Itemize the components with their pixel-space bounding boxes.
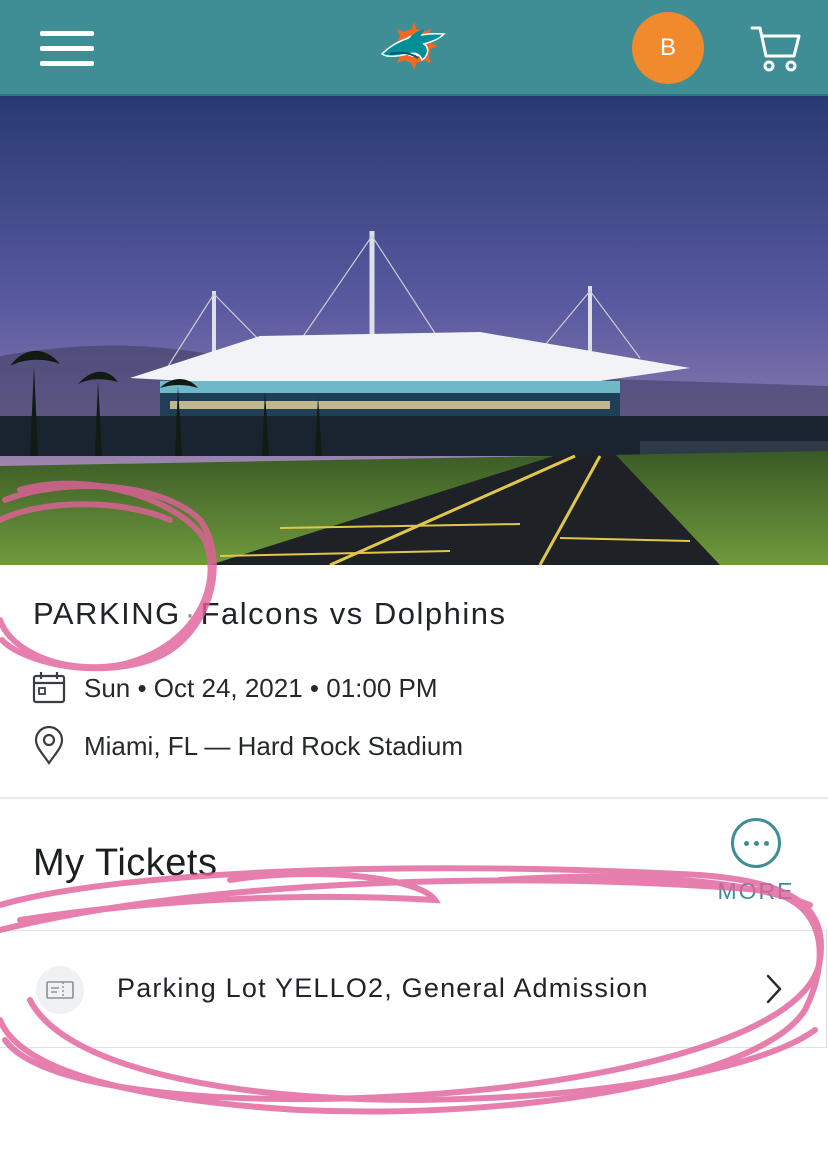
ticket-list-item[interactable]: Parking Lot YELLO2, General Admission [0, 930, 827, 1048]
event-title: PARKING · Falcons vs Dolphins [33, 596, 506, 632]
ticket-label: Parking Lot YELLO2, General Admission [117, 973, 649, 1003]
event-matchup: Falcons vs Dolphins [200, 596, 507, 631]
event-location: Miami, FL — Hard Rock Stadium [84, 730, 464, 761]
my-tickets-heading: My Tickets [33, 842, 218, 884]
ticket-icon [36, 966, 84, 1014]
more-label: MORE [717, 878, 795, 904]
section-divider [0, 797, 828, 799]
location-pin-icon [34, 726, 64, 765]
title-separator: · [184, 596, 197, 631]
stadium-hero-image [0, 96, 828, 565]
calendar-icon [32, 672, 66, 704]
shopping-cart-icon[interactable] [750, 22, 802, 74]
chevron-right-icon [766, 974, 782, 1004]
event-location-row: Miami, FL — Hard Rock Stadium [32, 726, 463, 766]
more-dots-icon [731, 818, 781, 868]
hamburger-menu-icon[interactable] [40, 31, 94, 67]
user-avatar[interactable]: B [632, 12, 704, 84]
dolphins-logo[interactable] [378, 18, 452, 76]
event-date: Sun • Oct 24, 2021 • 01:00 PM [84, 672, 438, 703]
event-date-row: Sun • Oct 24, 2021 • 01:00 PM [32, 668, 438, 708]
app-header: B [0, 0, 828, 96]
more-button[interactable]: MORE [714, 818, 798, 908]
event-type-label: PARKING [33, 596, 181, 631]
